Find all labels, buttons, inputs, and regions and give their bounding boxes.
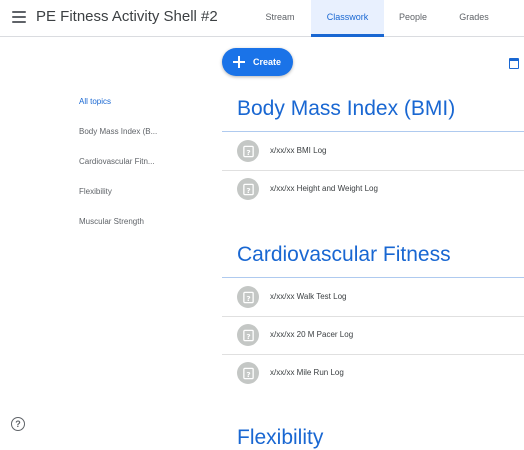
- assignment-item[interactable]: ? x/xx/xx Mile Run Log: [222, 354, 524, 392]
- svg-text:?: ?: [246, 147, 250, 156]
- assignment-item[interactable]: ? x/xx/xx Height and Weight Log: [222, 170, 524, 208]
- sidebar-item-flexibility[interactable]: Flexibility: [79, 187, 161, 196]
- svg-text:?: ?: [246, 293, 250, 302]
- menu-icon[interactable]: [12, 11, 26, 23]
- sidebar-item-all-topics[interactable]: All topics: [79, 97, 161, 106]
- assignment-title: x/xx/xx BMI Log: [270, 146, 327, 155]
- topic-title-flexibility[interactable]: Flexibility: [237, 426, 323, 450]
- create-button-label: Create: [253, 57, 282, 67]
- assignment-item[interactable]: ? x/xx/xx 20 M Pacer Log: [222, 316, 524, 354]
- calendar-icon[interactable]: [509, 58, 519, 69]
- assignment-title: x/xx/xx 20 M Pacer Log: [270, 330, 354, 339]
- create-button[interactable]: Create: [222, 48, 293, 76]
- svg-text:?: ?: [246, 369, 250, 378]
- tab-classwork[interactable]: Classwork: [311, 0, 384, 37]
- assignment-title: x/xx/xx Mile Run Log: [270, 368, 344, 377]
- topic-title-cardiovascular[interactable]: Cardiovascular Fitness: [237, 243, 451, 267]
- assignment-item[interactable]: ? x/xx/xx BMI Log: [222, 132, 524, 170]
- help-icon[interactable]: ?: [11, 417, 25, 431]
- tab-grades[interactable]: Grades: [446, 0, 502, 34]
- svg-text:?: ?: [246, 331, 250, 340]
- assignment-question-icon: ?: [237, 178, 259, 200]
- tab-people[interactable]: People: [387, 0, 439, 34]
- assignment-question-icon: ?: [237, 324, 259, 346]
- assignment-question-icon: ?: [237, 286, 259, 308]
- svg-text:?: ?: [246, 185, 250, 194]
- assignment-title: x/xx/xx Walk Test Log: [270, 292, 347, 301]
- top-app-bar: PE Fitness Activity Shell #2 Stream Clas…: [0, 0, 524, 37]
- sidebar-item-muscular-strength[interactable]: Muscular Strength: [79, 217, 161, 226]
- assignment-question-icon: ?: [237, 362, 259, 384]
- assignment-question-icon: ?: [237, 140, 259, 162]
- tab-stream[interactable]: Stream: [252, 0, 308, 34]
- assignment-title: x/xx/xx Height and Weight Log: [270, 184, 378, 193]
- sidebar-item-cardiovascular[interactable]: Cardiovascular Fitn...: [79, 157, 161, 166]
- topic-title-bmi[interactable]: Body Mass Index (BMI): [237, 97, 455, 121]
- class-title[interactable]: PE Fitness Activity Shell #2: [36, 8, 218, 25]
- sidebar-item-bmi[interactable]: Body Mass Index (B...: [79, 127, 161, 136]
- assignment-item[interactable]: ? x/xx/xx Walk Test Log: [222, 278, 524, 316]
- plus-icon: [233, 56, 245, 68]
